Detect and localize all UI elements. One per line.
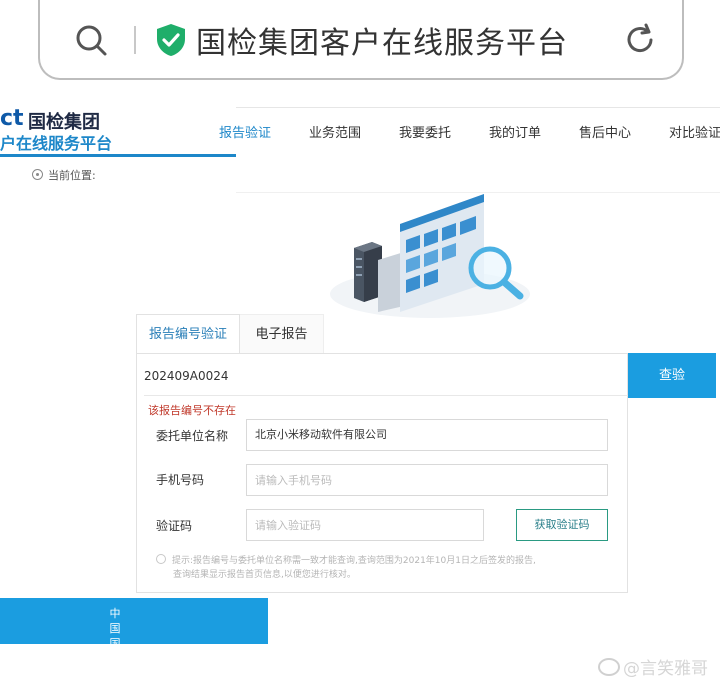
error-message: 该报告编号不存在 <box>148 404 236 417</box>
breadcrumb: 当前位置: <box>32 167 96 183</box>
address-divider <box>134 26 136 54</box>
get-code-button[interactable]: 获取验证码 <box>516 509 608 541</box>
report-number-input[interactable]: 202409A0024 <box>144 366 628 396</box>
company-name-field[interactable]: 北京小米移动软件有限公司 <box>246 419 608 451</box>
nav-item-my-orders[interactable]: 我的订单 <box>489 122 541 141</box>
phone-label: 手机号码 <box>156 473 205 487</box>
verification-illustration <box>330 194 530 318</box>
watermark: @言笑雅哥 <box>598 654 708 679</box>
code-label: 验证码 <box>156 519 193 533</box>
hint-text: 提示:报告编号与委托单位名称需一致才能查询,查询范围为2021年10月1日之后签… <box>156 554 606 582</box>
verification-code-field[interactable] <box>246 509 484 541</box>
watermark-text: @言笑雅哥 <box>623 659 708 679</box>
shield-check-icon <box>157 24 185 56</box>
company-label: 委托单位名称 <box>156 429 229 443</box>
search-icon[interactable] <box>73 22 109 58</box>
weibo-icon <box>598 658 620 676</box>
footer-banner <box>0 598 268 644</box>
reload-icon[interactable] <box>622 22 658 58</box>
address-bar[interactable]: 国检集团客户在线服务平台 <box>38 0 684 80</box>
phone-field[interactable] <box>246 464 608 496</box>
nav-item-compare-verify[interactable]: 对比验证 <box>669 122 720 141</box>
address-title[interactable]: 国检集团客户在线服务平台 <box>196 18 568 62</box>
breadcrumb-label: 当前位置: <box>48 169 96 182</box>
footer-char: 中 <box>109 607 121 620</box>
query-button[interactable]: 查验 <box>628 353 716 398</box>
location-pin-icon <box>32 169 43 180</box>
browser-chrome: 国检集团客户在线服务平台 <box>0 0 720 98</box>
header-rule <box>236 107 720 108</box>
hint-line-1: 提示:报告编号与委托单位名称需一致才能查询,查询范围为2021年10月1日之后签… <box>172 556 536 566</box>
tab-report-number[interactable]: 报告编号验证 <box>136 314 240 354</box>
main-nav: 报告验证 业务范围 我要委托 我的订单 售后中心 对比验证 <box>0 122 720 146</box>
footer-char: 国 <box>109 622 121 635</box>
nav-item-report-verify[interactable]: 报告验证 <box>219 122 271 141</box>
nav-item-commission[interactable]: 我要委托 <box>399 122 451 141</box>
info-icon <box>156 554 166 564</box>
logo-underline <box>0 154 236 157</box>
tab-e-report[interactable]: 电子报告 <box>240 314 324 354</box>
nav-item-business-scope[interactable]: 业务范围 <box>309 122 361 141</box>
hint-line-2: 查询结果显示报告首页信息,以便您进行核对。 <box>173 570 356 580</box>
nav-item-after-sales[interactable]: 售后中心 <box>579 122 631 141</box>
